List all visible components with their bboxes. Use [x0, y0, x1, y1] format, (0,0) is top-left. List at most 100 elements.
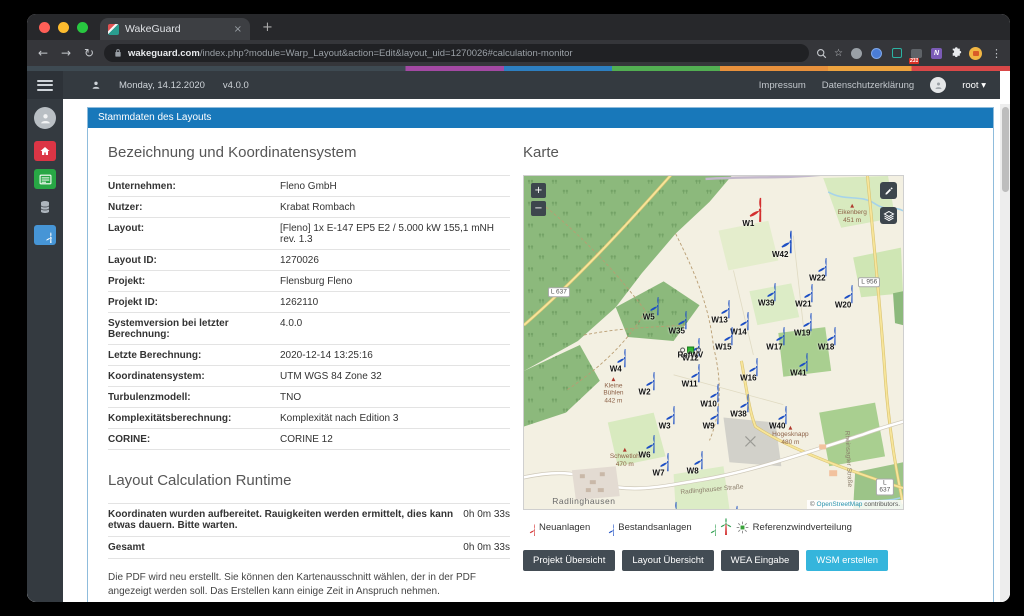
map[interactable]: + − W1 W42 W22 W39 W21 W20 W5 W13 W35 W1… — [523, 175, 904, 510]
browser-tab[interactable]: WakeGuard × — [100, 18, 250, 40]
reference-wind-marker[interactable]: RefWV — [677, 346, 703, 360]
bookmark-star-icon[interactable]: ☆ — [834, 48, 843, 59]
forward-button[interactable]: → — [58, 46, 74, 60]
wind-turbine-icon — [718, 496, 737, 510]
wind-turbine-marker[interactable] — [718, 496, 737, 510]
wind-turbine-marker[interactable]: W38 — [729, 384, 748, 418]
reload-button[interactable]: ↻ — [81, 46, 97, 60]
wind-turbine-icon — [639, 287, 658, 315]
datenschutz-link[interactable]: Datenschutzerklärung — [822, 80, 914, 91]
openstreetmap-link[interactable]: OpenStreetMap — [817, 501, 863, 508]
wind-turbine-marker[interactable]: W42 — [769, 219, 792, 259]
form-row-label: Turbulenzmodell: — [108, 391, 191, 403]
form-row-label: Letzte Berechnung: — [108, 349, 202, 361]
form-row-value: 4.0.0 — [280, 317, 303, 329]
map-action-button[interactable]: Layout Übersicht — [622, 550, 714, 571]
map-action-button[interactable]: WEA Eingabe — [720, 550, 800, 571]
wind-turbine-icon — [729, 384, 748, 412]
browser-profile-avatar[interactable] — [969, 46, 982, 60]
extension-icon-1[interactable] — [850, 47, 863, 60]
sidebar — [27, 99, 63, 602]
sidebar-item-database[interactable] — [34, 197, 56, 217]
close-tab-icon[interactable]: × — [234, 24, 242, 35]
wind-turbine-marker[interactable]: W17 — [765, 317, 784, 351]
map-layers-button[interactable] — [880, 207, 897, 224]
hamburger-menu-button[interactable] — [27, 71, 63, 99]
new-tab-button[interactable]: + — [262, 20, 273, 35]
wind-turbine-marker[interactable]: W41 — [789, 343, 808, 377]
tab-strip: WakeGuard × + — [27, 14, 1010, 40]
wind-turbine-marker[interactable]: W20 — [834, 275, 853, 309]
panel-title: Stammdaten des Layouts — [88, 108, 993, 128]
page-scrollbar[interactable] — [1000, 104, 1010, 602]
turbine-label: W17 — [766, 342, 783, 352]
extensions-puzzle-icon[interactable] — [950, 47, 962, 59]
sidebar-item-wind-layout[interactable] — [34, 225, 56, 245]
impressum-link[interactable]: Impressum — [759, 80, 806, 91]
extension-icon-2[interactable] — [870, 47, 883, 60]
form-row: Nutzer: Krabat Rombach — [108, 197, 510, 218]
form-row-label: CORINE: — [108, 433, 151, 445]
wind-turbine-icon — [736, 185, 762, 223]
form-row: Layout: [Fleno] 1x E-147 EP5 E2 / 5.000 … — [108, 218, 510, 250]
back-button[interactable]: ← — [35, 46, 51, 60]
wind-turbine-marker[interactable]: W15 — [714, 317, 733, 351]
form-row: Koordinatensystem: UTM WGS 84 Zone 32 — [108, 366, 510, 387]
form-row-value: [Fleno] 1x E-147 EP5 E2 / 5.000 kW 155,1… — [280, 222, 494, 245]
map-edit-button[interactable] — [880, 182, 897, 199]
wind-turbine-icon — [789, 343, 808, 371]
close-window-button[interactable] — [39, 21, 50, 33]
minimize-window-button[interactable] — [58, 21, 69, 33]
runtime-row: Gesamt 0h 0m 33s — [108, 537, 510, 559]
form-row: Unternehmen: Fleno GmbH — [108, 176, 510, 197]
user-menu[interactable]: root ▾ — [962, 80, 986, 91]
wind-turbine-marker[interactable]: W39 — [757, 273, 776, 307]
map-zoom-out-button[interactable]: − — [531, 201, 546, 216]
extension-icon-4[interactable]: N — [930, 47, 943, 60]
scrollbar-thumb[interactable] — [1001, 107, 1009, 192]
wind-turbine-marker[interactable]: W5 — [639, 287, 658, 321]
wind-turbine-marker[interactable]: W9 — [699, 397, 718, 431]
url-bar[interactable]: wakeguard.com/index.php?module=Warp_Layo… — [104, 44, 810, 62]
wind-turbine-marker[interactable]: W19 — [793, 303, 812, 337]
form-row: Projekt ID: 1262110 — [108, 292, 510, 313]
map-action-button[interactable]: Projekt Übersicht — [523, 550, 616, 571]
runtime-heading: Layout Calculation Runtime — [108, 472, 292, 489]
wind-turbine-marker[interactable] — [657, 492, 676, 510]
wind-turbine-marker[interactable]: W2 — [635, 362, 654, 396]
form-row: Layout ID: 1270026 — [108, 250, 510, 271]
wind-turbine-marker[interactable]: W3 — [655, 397, 674, 431]
wind-turbine-icon — [757, 273, 776, 301]
form-row: Komplexitätsberechnung: Komplexität nach… — [108, 408, 510, 429]
extension-icon-3[interactable] — [890, 47, 903, 60]
form-row-value: UTM WGS 84 Zone 32 — [280, 370, 382, 382]
wind-turbine-marker[interactable]: W18 — [817, 317, 836, 351]
runtime-row-label: Koordinaten wurden aufbereitet. Rauigkei… — [108, 509, 454, 531]
turbine-label: W9 — [702, 421, 715, 431]
map-zoom-in-button[interactable]: + — [531, 183, 546, 198]
form-row: Projekt: Flensburg Fleno — [108, 271, 510, 292]
browser-toolbar: ← → ↻ wakeguard.com/index.php?module=War… — [27, 40, 1010, 66]
url-path: /index.php?module=Warp_Layout&action=Edi… — [199, 47, 573, 59]
wind-turbine-marker[interactable]: W1 — [736, 185, 762, 228]
user-avatar[interactable] — [930, 77, 947, 93]
green-red-turbine-icon — [720, 518, 731, 535]
wind-turbine-marker[interactable]: W7 — [649, 444, 668, 478]
zoom-page-icon[interactable] — [816, 48, 827, 59]
legend-item-referenzwind: Referenzwindverteilung — [704, 518, 852, 536]
wind-turbine-icon — [765, 317, 784, 345]
sidebar-avatar[interactable] — [34, 107, 56, 129]
wind-turbine-marker[interactable]: W8 — [683, 442, 702, 476]
sidebar-item-home[interactable] — [34, 141, 56, 161]
lock-icon — [115, 49, 121, 57]
sidebar-item-projects[interactable] — [34, 169, 56, 189]
wind-turbine-marker[interactable]: W40 — [768, 397, 787, 431]
form-row-label: Unternehmen: — [108, 180, 176, 192]
fullscreen-window-button[interactable] — [77, 21, 88, 33]
extension-icon-badge[interactable]: 231 — [909, 47, 923, 64]
turbine-label: W19 — [793, 328, 811, 338]
browser-menu-icon[interactable]: ⋮ — [991, 47, 1002, 60]
map-action-button[interactable]: WSM erstellen — [806, 550, 889, 571]
wind-turbine-marker[interactable]: W4 — [606, 339, 625, 373]
wind-turbine-marker[interactable]: W16 — [739, 348, 758, 382]
